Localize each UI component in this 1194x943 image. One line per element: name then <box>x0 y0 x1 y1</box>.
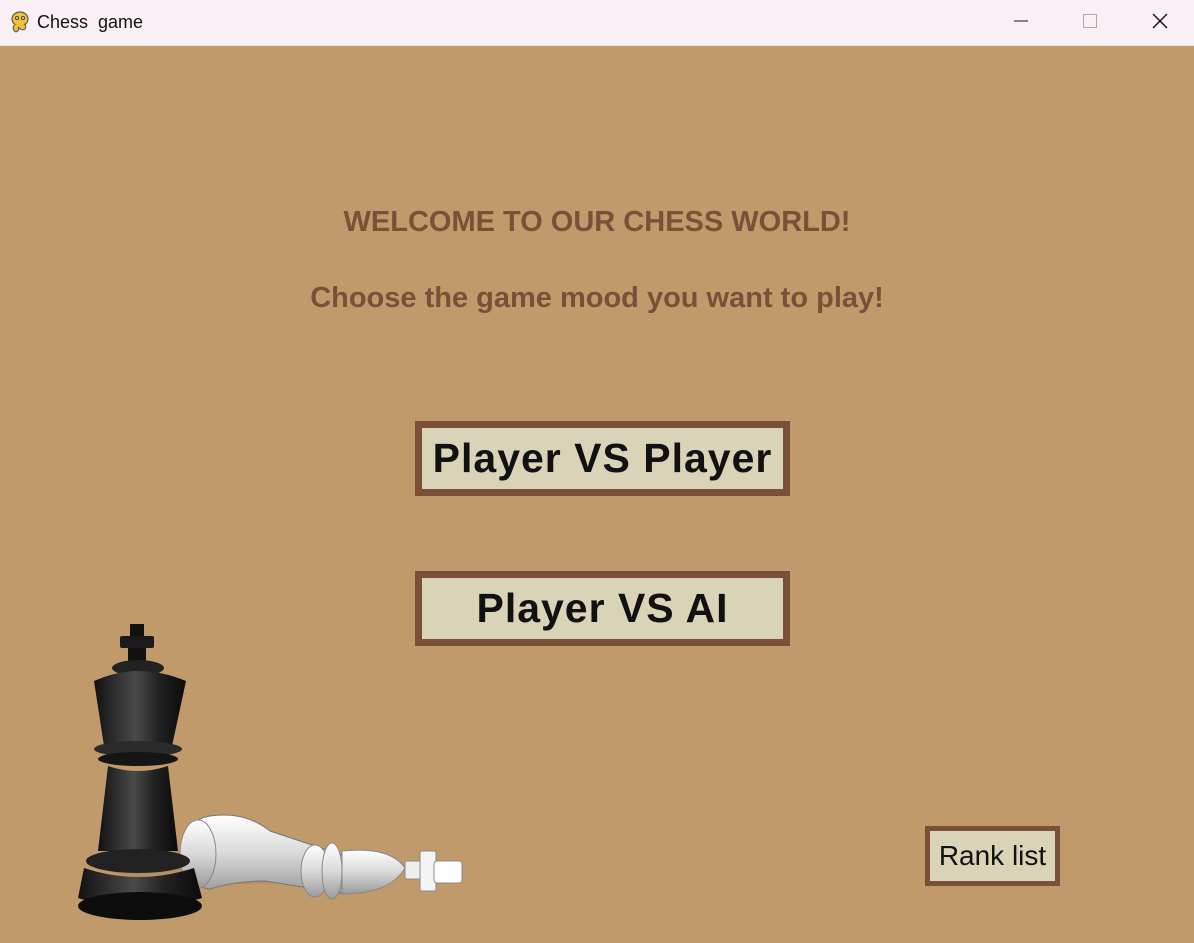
close-button[interactable] <box>1125 0 1194 46</box>
chess-pieces-illustration <box>60 606 480 926</box>
welcome-heading: WELCOME TO OUR CHESS WORLD! <box>343 206 851 238</box>
maximize-icon <box>1082 13 1098 34</box>
maximize-button[interactable] <box>1055 0 1125 46</box>
close-icon <box>1151 12 1169 35</box>
pygame-snake-icon <box>8 10 32 34</box>
window-title: Chess game <box>37 12 144 32</box>
rank-list-button[interactable]: Rank list <box>925 826 1060 886</box>
player-vs-player-button[interactable]: Player VS Player <box>415 421 790 496</box>
minimize-icon <box>1013 13 1029 34</box>
game-canvas: WELCOME TO OUR CHESS WORLD! Choose the g… <box>0 46 1194 943</box>
minimize-button[interactable] <box>986 0 1056 46</box>
mode-prompt: Choose the game mood you want to play! <box>310 282 884 314</box>
window-titlebar[interactable]: Chess game <box>0 0 1194 46</box>
